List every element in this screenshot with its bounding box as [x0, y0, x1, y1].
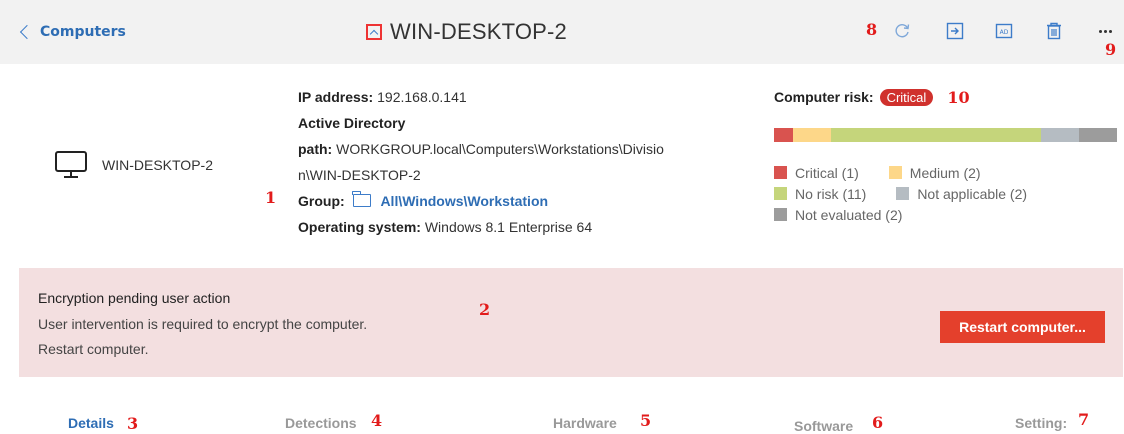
ip-address-label: IP address:	[298, 89, 374, 105]
encryption-alert-panel: Encryption pending user action User inte…	[19, 268, 1123, 377]
annotation-6: 6	[872, 413, 884, 432]
legend-no-risk: No risk (11)	[774, 186, 866, 202]
annotation-1: 1	[265, 188, 277, 207]
tab-detections[interactable]: Detections	[285, 415, 357, 431]
computer-details: IP address: 192.168.0.141 Active Directo…	[298, 84, 748, 240]
svg-text:AD: AD	[1000, 29, 1009, 36]
path-value-line2: n\WIN-DESKTOP-2	[298, 167, 421, 183]
group-link[interactable]: All\Windows\Workstation	[380, 193, 548, 209]
annotation-10: 10	[947, 87, 970, 107]
risk-distribution-bar	[774, 128, 1117, 142]
ip-address-row: IP address: 192.168.0.141	[298, 84, 748, 110]
alert-title: Encryption pending user action	[38, 290, 231, 306]
path-label: path:	[298, 141, 333, 157]
header-bar: Computers WIN-DESKTOP-2 8 AD 9	[0, 0, 1124, 64]
risk-bar-segment-medium	[793, 128, 832, 142]
annotation-8: 8	[866, 20, 878, 39]
active-directory-icon[interactable]: AD	[995, 22, 1013, 40]
risk-header: Computer risk: Critical 10	[774, 84, 1118, 110]
legend-swatch	[896, 187, 910, 200]
more-options-icon[interactable]	[1099, 28, 1115, 36]
risk-bar-segment-not-evaluated	[1078, 128, 1117, 142]
annotation-3: 3	[127, 414, 139, 433]
ad-path-row-continued: n\WIN-DESKTOP-2	[298, 162, 748, 188]
legend-swatch	[774, 208, 787, 221]
restart-computer-button[interactable]: Restart computer...	[940, 311, 1105, 343]
folder-icon	[352, 191, 371, 207]
legend-swatch	[774, 187, 787, 200]
computer-summary: WIN-DESKTOP-2	[54, 150, 213, 180]
risk-label: Computer risk:	[774, 89, 874, 105]
annotation-4: 4	[371, 411, 383, 430]
path-value-line1: WORKGROUP.local\Computers\Workstations\D…	[336, 141, 664, 157]
alert-instruction: Restart computer.	[38, 341, 149, 357]
legend-swatch	[888, 166, 902, 179]
refresh-icon[interactable]	[893, 22, 911, 40]
collapse-chevron-up-icon[interactable]	[366, 24, 382, 40]
risk-bar-segment-no-risk	[831, 128, 1041, 142]
legend-label: Not evaluated (2)	[795, 206, 903, 223]
legend-label: Critical (1)	[795, 164, 859, 181]
os-label: Operating system:	[298, 219, 421, 235]
tab-hardware[interactable]: Hardware	[553, 415, 617, 431]
group-label: Group:	[298, 193, 345, 209]
legend-not-evaluated: Not evaluated (2)	[774, 207, 902, 223]
back-link-label: Computers	[40, 24, 126, 40]
active-directory-heading: Active Directory	[298, 110, 748, 136]
risk-bar-segment-not-applicable	[1040, 128, 1079, 142]
title-group: WIN-DESKTOP-2	[366, 17, 567, 47]
risk-bar-segment-critical	[774, 128, 794, 142]
ip-address-value: 192.168.0.141	[377, 89, 467, 105]
trash-icon[interactable]	[1045, 22, 1063, 40]
page-title: WIN-DESKTOP-2	[390, 19, 567, 44]
tab-software[interactable]: Software	[794, 418, 853, 434]
tab-details[interactable]: Details	[68, 415, 114, 431]
annotation-5: 5	[640, 411, 652, 430]
annotation-2: 2	[479, 300, 491, 319]
group-row: Group: All\Windows\Workstation	[298, 188, 748, 214]
ad-path-row: path: WORKGROUP.local\Computers\Workstat…	[298, 136, 748, 162]
computer-name: WIN-DESKTOP-2	[102, 157, 213, 173]
chevron-left-icon	[19, 24, 35, 40]
legend-not-applicable: Not applicable (2)	[896, 186, 1027, 202]
legend-critical: Critical (1)	[774, 165, 859, 181]
annotation-7: 7	[1078, 410, 1090, 429]
annotation-9: 9	[1105, 40, 1117, 59]
legend-label: No risk (11)	[795, 185, 867, 202]
legend-label: Medium (2)	[909, 164, 981, 181]
active-directory-label: Active Directory	[298, 115, 406, 131]
risk-status-badge: Critical	[879, 88, 934, 106]
risk-legend: Critical (1) Medium (2) No risk (11) Not…	[774, 162, 1118, 225]
os-row: Operating system: Windows 8.1 Enterprise…	[298, 214, 748, 240]
legend-medium: Medium (2)	[888, 164, 981, 181]
tab-settings[interactable]: Setting:	[1015, 415, 1067, 431]
back-to-computers-link[interactable]: Computers	[18, 18, 126, 46]
alert-message: User intervention is required to encrypt…	[38, 316, 368, 332]
move-to-group-icon[interactable]	[946, 22, 964, 40]
desktop-computer-icon	[55, 151, 87, 178]
os-value: Windows 8.1 Enterprise 64	[424, 219, 593, 235]
legend-label: Not applicable (2)	[917, 185, 1028, 202]
legend-swatch	[774, 166, 787, 179]
computer-risk-panel: Computer risk: Critical 10 Critical (1) …	[774, 84, 1118, 223]
